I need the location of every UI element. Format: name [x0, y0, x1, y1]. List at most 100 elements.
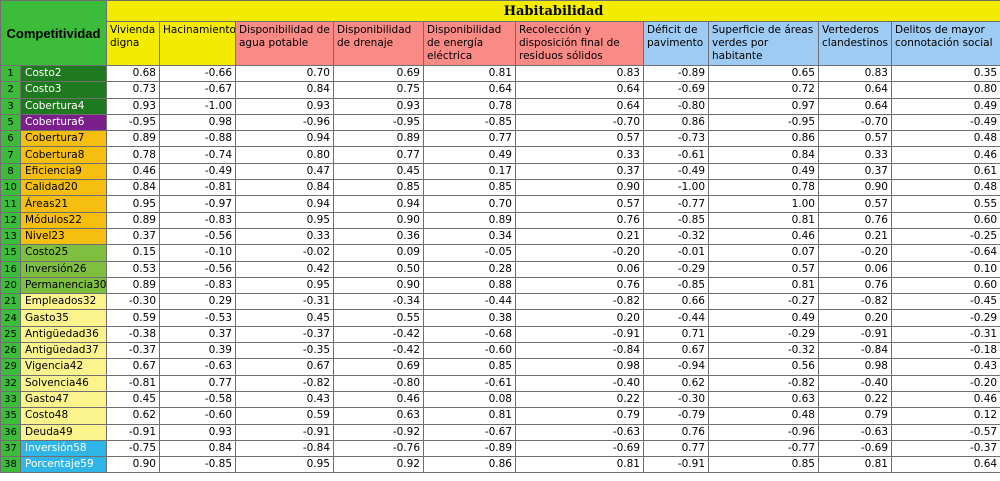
correlation-cell: -0.68: [423, 325, 516, 344]
correlation-cell: -0.82: [515, 293, 644, 311]
row-index: 7: [0, 146, 21, 164]
correlation-cell: 0.90: [106, 456, 160, 474]
row-index: 16: [0, 260, 21, 278]
correlation-cell: -0.61: [423, 374, 516, 392]
correlation-cell: 0.29: [159, 293, 236, 311]
row-label: Deuda49: [20, 423, 107, 441]
correlation-cell: 0.20: [818, 309, 892, 327]
correlation-cell: 0.68: [106, 64, 160, 83]
correlation-cell: 0.98: [818, 358, 892, 376]
column-header: Hacinamiento: [159, 21, 236, 66]
correlation-cell: 0.65: [708, 64, 819, 83]
correlation-cell: 0.90: [333, 211, 424, 229]
row-label: Costo25: [20, 244, 107, 262]
row-index: 5: [0, 113, 21, 132]
row-label: Cobertura6: [20, 113, 107, 132]
correlation-cell: 0.50: [333, 260, 424, 278]
correlation-cell: 0.63: [708, 390, 819, 409]
correlation-cell: 0.33: [515, 146, 644, 164]
correlation-cell: -0.85: [643, 211, 709, 229]
correlation-cell: 0.90: [818, 179, 892, 197]
correlation-cell: 0.81: [818, 456, 892, 474]
row-index: 33: [0, 390, 21, 409]
row-index: 11: [0, 195, 21, 213]
row-index: 38: [0, 456, 21, 474]
correlation-cell: -0.60: [159, 407, 236, 425]
correlation-cell: 0.78: [708, 179, 819, 197]
correlation-cell: -0.95: [106, 113, 160, 132]
table-row: 2 Costo3 0.73 -0.67 0.84 0.75 0.64 0.64 -0.69 0.7…: [0, 81, 1000, 99]
correlation-cell: -0.20: [515, 244, 644, 262]
correlation-cell: 0.70: [235, 64, 334, 83]
row-label: Permanencia30: [20, 276, 107, 295]
row-label: Cobertura7: [20, 130, 107, 148]
correlation-cell: 0.37: [515, 162, 644, 181]
correlation-cell: 0.98: [515, 358, 644, 376]
correlation-cell: 0.56: [708, 358, 819, 376]
correlation-cell: 0.33: [818, 146, 892, 164]
correlation-cell: 0.93: [106, 97, 160, 115]
correlation-cell: -0.31: [235, 293, 334, 311]
correlation-cell: 0.45: [333, 162, 424, 181]
correlation-cell: 0.97: [708, 97, 819, 115]
correlation-cell: -0.63: [818, 423, 892, 441]
correlation-cell: 0.46: [708, 227, 819, 246]
correlation-cell: -0.84: [818, 342, 892, 360]
correlation-cell: -0.01: [643, 244, 709, 262]
correlation-cell: -0.30: [106, 293, 160, 311]
row-label: Inversión58: [20, 439, 107, 458]
column-header: Superficie de áreas verdes por habitante: [708, 21, 819, 66]
correlation-cell: 0.93: [159, 423, 236, 441]
correlation-cell: -0.69: [818, 439, 892, 458]
correlation-cell: 0.37: [159, 325, 236, 344]
correlation-cell: 0.28: [423, 260, 516, 278]
correlation-cell: -0.61: [643, 146, 709, 164]
correlation-cell: 0.66: [643, 293, 709, 311]
correlation-cell: -0.91: [106, 423, 160, 441]
table-row: 1 Costo2 0.68 -0.66 0.70 0.69 0.81 0.83 -0.89 0.6…: [0, 64, 1000, 83]
correlation-cell: 0.93: [235, 97, 334, 115]
table-row: 24 Gasto35 0.59 -0.53 0.45 0.55 0.38 0.20 -0.44 0…: [0, 309, 1000, 327]
correlation-cell: 0.71: [643, 325, 709, 344]
correlation-cell: -0.20: [890, 374, 1000, 392]
correlation-cell: 0.90: [515, 179, 644, 197]
correlation-cell: -0.42: [333, 342, 424, 360]
correlation-cell: 0.64: [423, 81, 516, 99]
correlation-cell: 0.85: [708, 456, 819, 474]
correlation-cell: -0.05: [423, 244, 516, 262]
correlation-cell: 0.37: [106, 227, 160, 246]
row-index: 21: [0, 293, 21, 311]
correlation-cell: -0.10: [159, 244, 236, 262]
table-row: 6 Cobertura7 0.89 -0.88 0.94 0.89 0.77 0.57 -0.7…: [0, 130, 1000, 148]
correlation-cell: 0.80: [890, 81, 1000, 99]
correlation-cell: 0.60: [890, 211, 1000, 229]
correlation-cell: -0.82: [818, 293, 892, 311]
correlation-cell: 0.17: [423, 162, 516, 181]
correlation-cell: -0.85: [423, 113, 516, 132]
row-index: 26: [0, 342, 21, 360]
correlation-cell: 0.33: [235, 227, 334, 246]
correlation-cell: -0.92: [333, 423, 424, 441]
row-index: 37: [0, 439, 21, 458]
row-index: 10: [0, 179, 21, 197]
row-label: Áreas21: [20, 195, 107, 213]
correlation-cell: 0.62: [643, 374, 709, 392]
correlation-cell: 0.48: [890, 179, 1000, 197]
correlation-cell: 0.21: [515, 227, 644, 246]
table-row: 12 Módulos22 0.89 -0.83 0.95 0.90 0.89 0.76 -0.8…: [0, 211, 1000, 229]
correlation-cell: 0.46: [333, 390, 424, 409]
correlation-cell: 0.95: [106, 195, 160, 213]
correlation-cell: 0.43: [235, 390, 334, 409]
row-label: Calidad20: [20, 179, 107, 197]
correlation-cell: -0.34: [333, 293, 424, 311]
correlation-cell: 0.57: [515, 195, 644, 213]
correlation-cell: -0.29: [708, 325, 819, 344]
row-index: 2: [0, 81, 21, 99]
row-label: Módulos22: [20, 211, 107, 229]
correlation-cell: 0.69: [333, 358, 424, 376]
habitabilidad-header: Habitabilidad: [105, 0, 1000, 22]
correlation-cell: -0.91: [235, 423, 334, 441]
correlation-cell: 0.84: [106, 179, 160, 197]
table-row: 11 Áreas21 0.95 -0.97 0.94 0.94 0.70 0.57 -0.77 1…: [0, 195, 1000, 213]
correlation-cell: 0.93: [333, 97, 424, 115]
